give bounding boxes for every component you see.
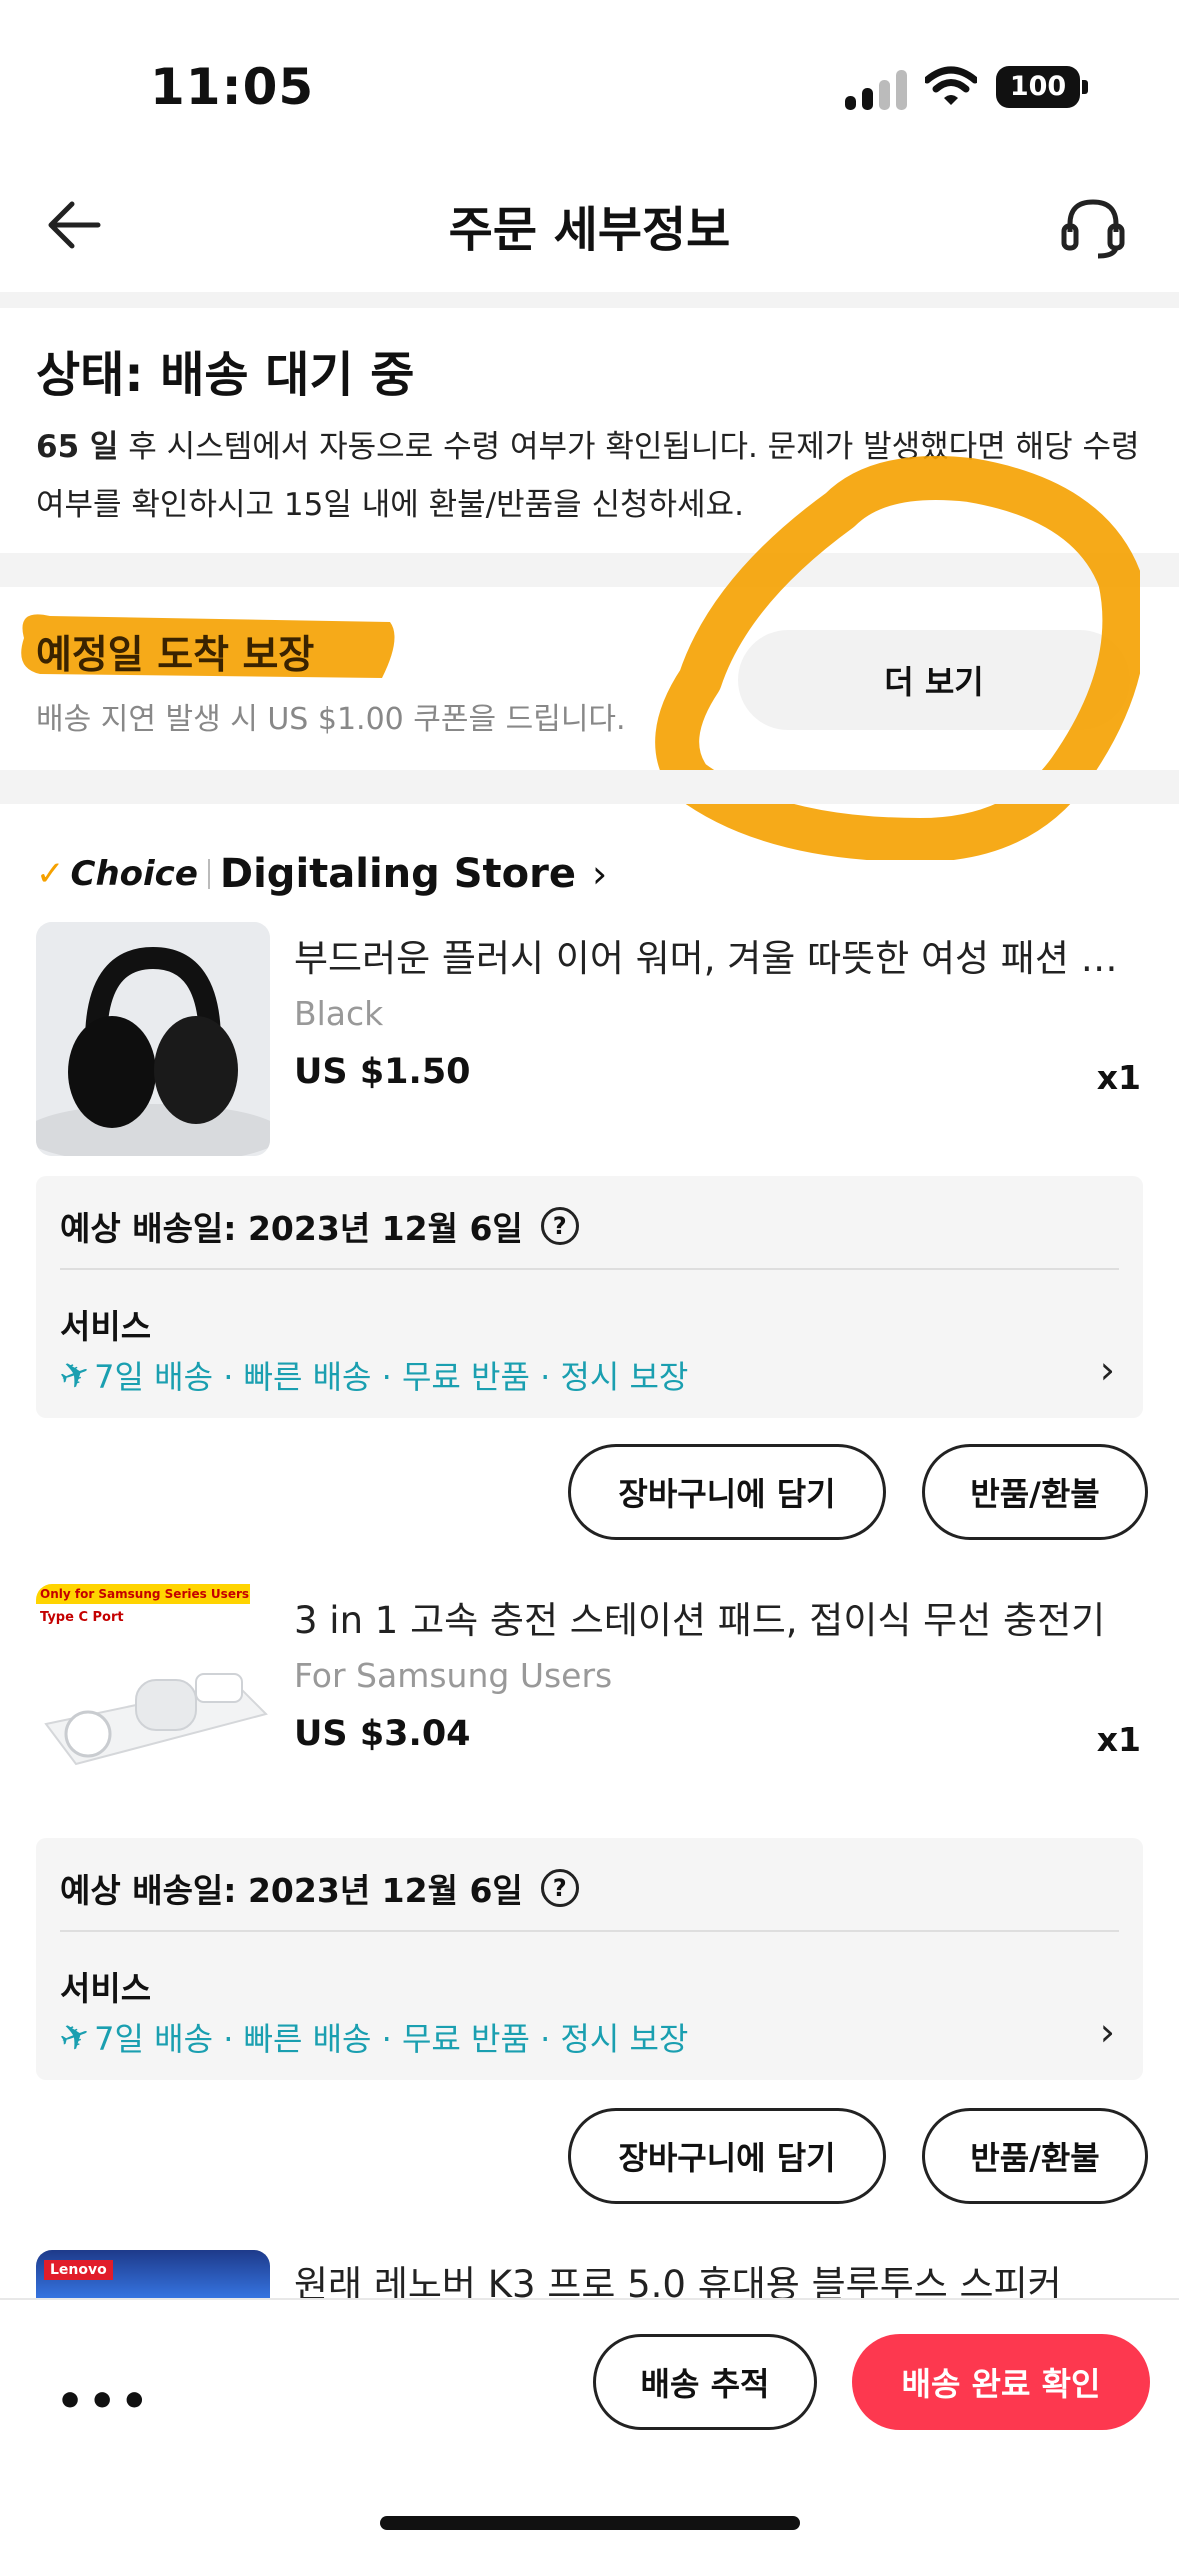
product-title[interactable]: 3 in 1 고속 충전 스테이션 패드, 접이식 무선 충전기 (294, 1590, 1144, 1644)
earmuffs-image (36, 922, 270, 1156)
cellular-signal-icon (845, 70, 909, 110)
service-label: 서비스 (60, 1307, 152, 1346)
wifi-icon (925, 66, 977, 105)
return-refund-button[interactable]: 반품/환불 (922, 2108, 1148, 2204)
checkmark-icon: ✓ (36, 854, 65, 894)
service-features[interactable]: ✈ 7일 배송 · 빠른 배송 · 무료 반품 · 정시 보장 (54, 1351, 689, 1400)
store-header[interactable]: ✓ Choice Digitaling Store › (36, 846, 607, 902)
product-quantity: x1 (1096, 1720, 1141, 1759)
product-variant: For Samsung Users (294, 1656, 613, 1695)
estimated-delivery-text: 예상 배송일: 2023년 12월 6일 (60, 1209, 523, 1248)
clock: 11:05 (150, 58, 315, 116)
estimated-delivery: 예상 배송일: 2023년 12월 6일 ? (60, 1202, 579, 1250)
estimated-delivery-text: 예상 배송일: 2023년 12월 6일 (60, 1871, 523, 1910)
charger-image (44, 1673, 268, 1766)
airplane-icon: ✈ (53, 1350, 97, 1400)
thumbnail-subtext: Type C Port (40, 1610, 124, 1625)
home-indicator (380, 2516, 800, 2530)
thumbnail-banner: Only for Samsung Series Users (36, 1584, 250, 1604)
more-options-icon[interactable]: ••• (56, 2376, 152, 2427)
order-status-title: 상태: 배송 대기 중 (36, 347, 415, 403)
bottom-action-bar: ••• 배송 추적 배송 완료 확인 (0, 2298, 1179, 2556)
chevron-right-icon[interactable]: › (1100, 1348, 1115, 1392)
help-question-icon[interactable]: ? (540, 1869, 579, 1907)
page-title: 주문 세부정보 (448, 202, 731, 258)
airplane-icon: ✈ (53, 2012, 97, 2062)
service-features-text: 7일 배송 · 빠른 배송 · 무료 반품 · 정시 보장 (94, 2020, 689, 2058)
product-variant: Black (294, 994, 384, 1033)
return-refund-button[interactable]: 반품/환불 (922, 1444, 1148, 1540)
product-price: US $3.04 (294, 1714, 471, 1754)
service-label: 서비스 (60, 1969, 152, 2008)
store-name: Digitaling Store (219, 851, 576, 897)
add-to-cart-button[interactable]: 장바구니에 담기 (568, 2108, 886, 2204)
top-nav: 주문 세부정보 (0, 170, 1179, 290)
chevron-right-icon[interactable]: › (1100, 2010, 1115, 2054)
thumbnail-brand: Lenovo (44, 2260, 113, 2280)
product-thumbnail-earmuffs[interactable] (36, 922, 270, 1156)
guarantee-description: 배송 지연 발생 시 US $1.00 쿠폰을 드립니다. (36, 702, 626, 737)
service-features[interactable]: ✈ 7일 배송 · 빠른 배송 · 무료 반품 · 정시 보장 (54, 2013, 689, 2062)
battery-tip (1082, 80, 1088, 94)
chevron-right-icon: › (591, 852, 608, 896)
product-price: US $1.50 (294, 1052, 471, 1092)
guarantee-title: 예정일 도착 보장 (36, 633, 315, 678)
auto-confirm-days: 65 일 (36, 429, 119, 465)
customer-service-headset-icon[interactable] (1058, 192, 1128, 262)
help-question-icon[interactable]: ? (540, 1207, 579, 1245)
battery-icon: 100 (996, 66, 1080, 108)
store-divider (207, 859, 210, 889)
choice-badge: Choice (70, 854, 198, 894)
delivery-info-box: 예상 배송일: 2023년 12월 6일 ? 서비스 ✈ 7일 배송 · 빠른 … (36, 1838, 1143, 2080)
section-divider (0, 770, 1179, 804)
product-title[interactable]: 부드러운 플러시 이어 워머, 겨울 따뜻한 여성 패션 귀마개 (294, 928, 1144, 982)
confirm-delivery-button[interactable]: 배송 완료 확인 (852, 2334, 1150, 2430)
delivery-info-box: 예상 배송일: 2023년 12월 6일 ? 서비스 ✈ 7일 배송 · 빠른 … (36, 1176, 1143, 1418)
info-divider (60, 1930, 1119, 1932)
info-divider (60, 1268, 1119, 1270)
track-shipment-button[interactable]: 배송 추적 (593, 2334, 817, 2430)
section-divider (0, 292, 1179, 308)
add-to-cart-button[interactable]: 장바구니에 담기 (568, 1444, 886, 1540)
estimated-delivery: 예상 배송일: 2023년 12월 6일 ? (60, 1864, 579, 1912)
product-quantity: x1 (1096, 1058, 1141, 1097)
status-bar: 11:05 100 (0, 0, 1179, 170)
product-thumbnail-charger[interactable]: Only for Samsung Series Users Type C Por… (36, 1584, 270, 1818)
service-features-text: 7일 배송 · 빠른 배송 · 무료 반품 · 정시 보장 (94, 1358, 689, 1396)
